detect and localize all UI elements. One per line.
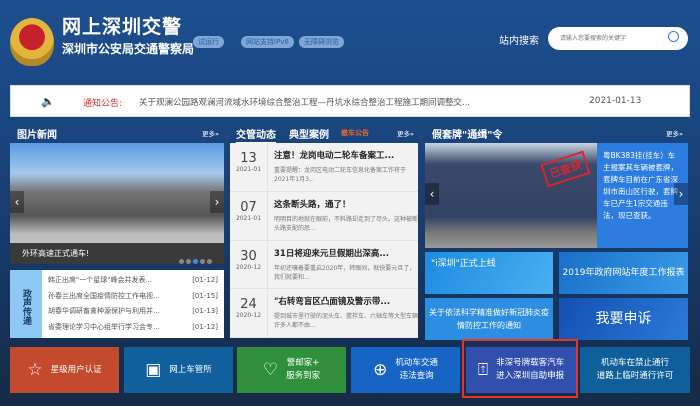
notice-bar: 🔈 通知公告: 关于观澜公园路观澜河流域水环境综合整治工程—丹坑水综合整治工程施…	[10, 85, 690, 117]
slider-caption-text[interactable]: 外环高速正式通车!	[22, 249, 89, 258]
gov-news-label: 政声传递	[10, 270, 42, 338]
button-label: 警邮家+ 服务到家	[286, 358, 321, 381]
fake-plate-photo[interactable]: 已查获 ‹	[425, 143, 600, 248]
news-date: 24 2020-12	[230, 289, 268, 337]
i-shenzhen-banner[interactable]: "i深圳"正式上线	[425, 252, 553, 294]
button-label: 机动车在禁止通行 道路上临时通行许可	[596, 358, 674, 381]
news-title[interactable]: 这条断头路，通了！	[274, 198, 418, 210]
police-emblem-logo	[10, 18, 54, 66]
ipv6-badge[interactable]: 网站支持IPv6	[241, 36, 294, 48]
gov-news-item[interactable]: 省委理论学习中心组举行学习会专... [01-12]	[48, 320, 218, 336]
photo-news-more-link[interactable]: 更多»	[202, 128, 219, 138]
zoom-in-icon: ⊕	[373, 359, 388, 380]
gov-news-title[interactable]: 胡春华调研畜禽种源保护与利用并...	[48, 304, 160, 320]
news-date: 07 2021-01	[230, 191, 268, 240]
tab-typical-cases[interactable]: 典型案例	[289, 126, 329, 141]
police-post-home-button[interactable]: ♡ 警邮家+ 服务到家	[237, 347, 346, 393]
search-input[interactable]	[548, 27, 688, 50]
news-item[interactable]: 30 2020-12 31日将迎来元旦假期出深高... 年初还嚷着要重启2020年，转…	[230, 240, 418, 290]
news-summary: 提到城市里行驶的泥头车、搅拌车、六轴车等大型车辆许多人都不由...	[274, 313, 419, 330]
slider-dots[interactable]	[177, 251, 212, 272]
news-item[interactable]: 07 2021-01 这条断头路，通了！ 明明目的地就在眼前，不料路却走到了尽头。这种…	[230, 191, 419, 241]
appeal-banner[interactable]: 我要申诉	[559, 298, 688, 340]
case-prev-arrow-icon[interactable]: ‹	[425, 183, 439, 205]
gov-news-date: [01-12]	[192, 276, 218, 284]
photo-slider[interactable]: ‹ › 外环高速正式通车!	[10, 143, 224, 264]
news-title[interactable]: "右转弯盲区凸面镜及警示带...	[274, 295, 418, 307]
gov-news-date: [01-12]	[192, 322, 218, 331]
trial-badge[interactable]: 试运行	[193, 36, 224, 48]
gov-news-title[interactable]: 韩正出席"一个星球"峰会并发表...	[48, 273, 152, 289]
heart-icon: ♡	[262, 359, 279, 380]
gov-report-banner[interactable]: 2019年政府网站年度工作报表	[559, 252, 688, 294]
gov-news-date: [01-13]	[192, 307, 218, 315]
news-more-link[interactable]: 更多»	[397, 128, 414, 138]
notice-date: 2021-01-13	[589, 96, 642, 106]
site-subtitle: 深圳市公安局交通警察局	[62, 42, 195, 56]
site-title: 网上深圳交警	[62, 16, 183, 38]
notice-label: 通知公告:	[83, 99, 123, 109]
violation-query-button[interactable]: ⊕ 机动车交通 违法查询	[351, 347, 460, 393]
fake-plate-heading: 假套牌"通缉"令	[432, 130, 503, 141]
slider-caption: 外环高速正式通车!	[10, 243, 224, 264]
seized-stamp: 已查获	[540, 150, 591, 188]
gov-news-item[interactable]: 孙春兰出席全国疫情防控工作电视... [01-15]	[48, 289, 218, 305]
prev-arrow-icon[interactable]: ‹	[10, 191, 24, 213]
search-label: 站内搜索	[499, 36, 539, 47]
online-vehicle-office-button[interactable]: ▣ 网上车管所	[124, 347, 233, 393]
star-icon: ☆	[27, 359, 43, 380]
news-title[interactable]: 注意！龙岗电动二轮车备案工...	[274, 149, 418, 161]
star-user-auth-button[interactable]: ☆ 星级用户认证	[10, 347, 119, 393]
search-icon[interactable]	[668, 31, 679, 42]
news-date: 13 2021-01	[230, 143, 268, 191]
news-item[interactable]: 24 2020-12 "右转弯盲区凸面镜及警示带... 提到城市里行驶的泥头车、搅拌车…	[230, 289, 418, 338]
news-summary: 年初还嚷着要重启2020年，转眼间，就快要元旦了，我们就要和...	[274, 264, 416, 281]
highlight-outline	[462, 339, 578, 398]
button-label: 机动车交通 违法查询	[395, 358, 438, 381]
news-item[interactable]: 13 2021-01 注意！龙岗电动二轮车备案工... 重要提醒：龙岗区电动二轮车信息…	[230, 143, 418, 192]
gov-news-date: [01-15]	[192, 291, 218, 300]
tab-traffic-news[interactable]: 交管动态	[236, 126, 276, 144]
speaker-icon: 🔈	[41, 95, 55, 108]
news-summary: 明明目的地就在眼前，不料路却走到了尽头。这种被断头路支配的恐...	[274, 215, 419, 232]
gov-news-title[interactable]: 省委理论学习中心组举行学习会专...	[48, 320, 160, 336]
accessibility-badge[interactable]: 无障碍浏览	[299, 36, 344, 48]
button-label: 网上车管所	[169, 364, 212, 375]
news-summary: 重要提醒：龙岗区电动二轮车信息化备案工作将于2021年1月3...	[274, 167, 407, 183]
gov-news-item[interactable]: 韩正出席"一个星球"峰会并发表... [01-12]	[48, 273, 218, 289]
fake-plate-more-link[interactable]: 更多»	[666, 128, 683, 138]
gov-news-panel: 政声传递 韩正出席"一个星球"峰会并发表... [01-12] 孙春兰出席全国疫情防…	[10, 270, 224, 338]
next-arrow-icon[interactable]: ›	[210, 191, 224, 213]
car-icon: ▣	[145, 359, 162, 380]
news-list: 13 2021-01 注意！龙岗电动二轮车备案工... 重要提醒：龙岗区电动二轮车信息…	[230, 143, 418, 338]
button-label: 星级用户认证	[50, 364, 102, 375]
temporary-pass-permit-button[interactable]: 机动车在禁止通行 道路上临时通行许可	[580, 347, 690, 393]
news-date: 30 2020-12	[230, 240, 268, 289]
news-title[interactable]: 31日将迎来元旦假期出深高...	[274, 247, 418, 259]
photo-news-heading: 图片新闻	[17, 130, 57, 141]
tab-vehicle-notice[interactable]: 撤车公告	[341, 128, 369, 138]
gov-news-title[interactable]: 孙春兰出席全国疫情防控工作电视...	[48, 289, 160, 305]
epidemic-notice-banner[interactable]: 关于依法科学精准做好新冠肺炎疫情防控工作的通知	[425, 298, 553, 340]
notice-link[interactable]: 关于观澜公园路观澜河流域水环境综合整治工程—丹坑水综合整治工程施工期间调整交..…	[139, 96, 470, 108]
gov-news-item[interactable]: 胡春华调研畜禽种源保护与利用并... [01-13]	[48, 304, 218, 320]
case-next-arrow-icon[interactable]: ›	[674, 183, 688, 205]
